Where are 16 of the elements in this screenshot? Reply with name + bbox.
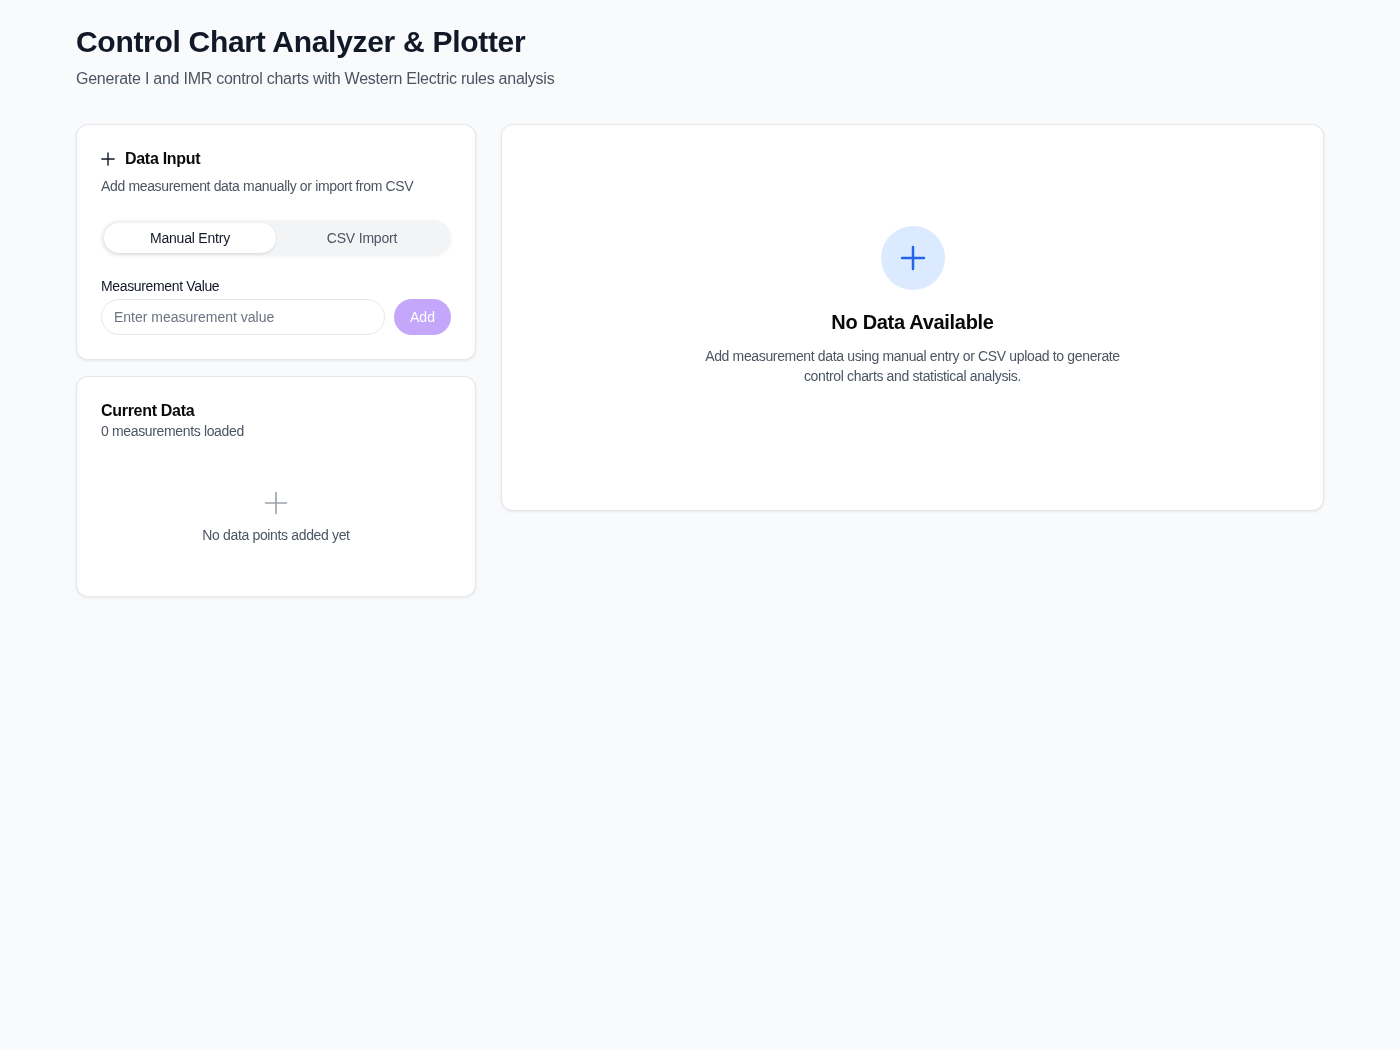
field-label: Measurement Value — [101, 277, 220, 295]
page-subtitle: Generate I and IMR control charts with Western Electric rules analysis — [76, 69, 555, 89]
card-title: Current Data — [101, 402, 195, 419]
empty-message: No data points added yet — [202, 526, 350, 545]
plus-icon — [101, 152, 115, 166]
plus-icon — [264, 491, 288, 515]
measurement-count: 0 measurements loaded — [101, 422, 244, 441]
tab[interactable]: CSV Import — [276, 223, 448, 253]
empty-title: No Data Available — [831, 310, 994, 335]
input-field[interactable]: Enter measurement value — [101, 299, 385, 335]
page-title: Control Chart Analyzer & Plotter — [76, 24, 526, 60]
plus-icon — [880, 226, 945, 290]
card-description: Add measurement data manually or import from CSV — [101, 177, 414, 196]
tab[interactable]: Manual Entry — [104, 223, 276, 253]
card-title: Data Input — [125, 149, 201, 169]
empty-message: Add measurement data using manual entry or CSV upload to generate control charts and statistical analysis. — [704, 347, 1121, 386]
